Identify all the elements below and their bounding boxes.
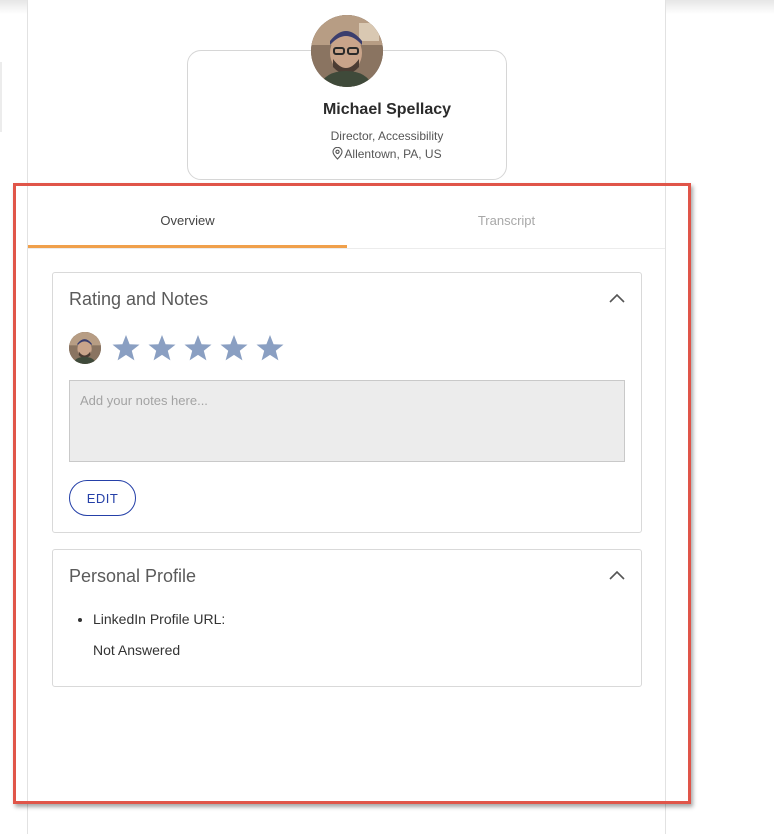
profile-question-list: LinkedIn Profile URL: (75, 610, 225, 628)
chevron-up-icon (609, 293, 625, 303)
chevron-up-icon (609, 570, 625, 580)
star-icon[interactable] (254, 333, 286, 363)
star-icon[interactable] (110, 333, 142, 363)
star-icon[interactable] (182, 333, 214, 363)
personal-profile-title: Personal Profile (69, 566, 197, 586)
tab-transcript[interactable]: Transcript (347, 195, 666, 247)
profile-role: Director, Accessibility (330, 129, 444, 143)
star-icon[interactable] (146, 333, 178, 363)
map-pin-icon (332, 146, 343, 160)
profile-name: Michael Spellacy (322, 101, 452, 118)
tab-bar: Overview Transcript (28, 195, 665, 249)
profile-location-text: Allentown, PA, US (344, 147, 442, 161)
profile-answer: Not Answered (93, 642, 181, 658)
star-rating (110, 333, 290, 363)
rating-notes-collapse-button[interactable] (607, 289, 627, 309)
rating-notes-section: Rating and Notes EDIT (52, 272, 642, 533)
personal-profile-section: Personal Profile LinkedIn Profile URL: N… (52, 549, 642, 687)
star-icon[interactable] (218, 333, 250, 363)
profile-question: LinkedIn Profile URL: (93, 610, 225, 628)
profile-location: Allentown, PA, US (0, 146, 774, 161)
reviewer-avatar (69, 332, 101, 364)
tab-overview[interactable]: Overview (28, 195, 347, 248)
rating-notes-title: Rating and Notes (69, 289, 209, 309)
left-edge-mark (0, 62, 2, 132)
notes-field[interactable] (69, 380, 625, 462)
profile-avatar (311, 15, 383, 87)
personal-profile-collapse-button[interactable] (607, 566, 627, 586)
edit-button[interactable]: EDIT (69, 480, 136, 516)
